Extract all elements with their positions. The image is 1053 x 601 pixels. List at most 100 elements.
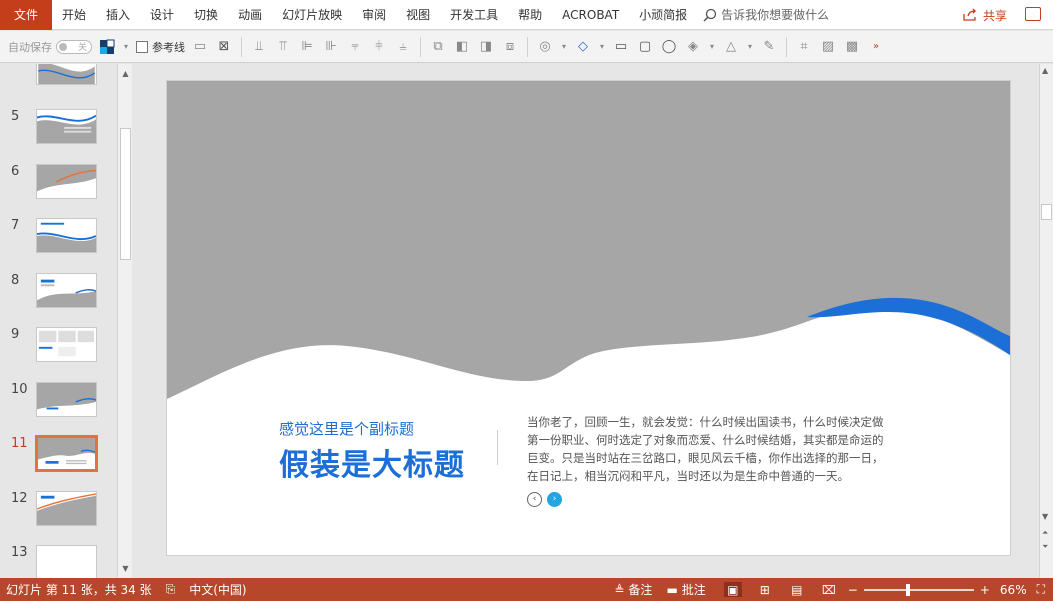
theme-color-icon[interactable] xyxy=(98,38,116,56)
align-center-icon[interactable]: ⫧ xyxy=(346,38,364,56)
slide-subtitle[interactable]: 感觉这里是个副标题 xyxy=(279,418,414,439)
previous-arrow-icon[interactable]: ‹ xyxy=(527,492,542,507)
rectangle-icon[interactable]: ▭ xyxy=(612,38,630,56)
shape-outline-icon[interactable]: △ xyxy=(722,38,740,56)
distribute-vertical-icon[interactable]: ⫨ xyxy=(394,38,412,56)
chevron-down-icon[interactable]: ▾ xyxy=(122,38,130,56)
comments-button[interactable]: ▬ 批注 xyxy=(666,581,705,598)
thumbnail-image[interactable] xyxy=(36,64,97,85)
thumbnail-slide-6[interactable]: 6 xyxy=(0,163,116,204)
shapes-merge-icon[interactable]: ◎ xyxy=(536,38,554,56)
crop-icon[interactable]: ⌗ xyxy=(795,38,813,56)
format-painter-icon[interactable]: ✎ xyxy=(760,38,778,56)
rounded-rectangle-icon[interactable]: ▢ xyxy=(636,38,654,56)
slide-title[interactable]: 假装是大标题 xyxy=(279,440,465,484)
thumbnail-slide-10[interactable]: 10 xyxy=(0,381,116,422)
checkbox-box[interactable] xyxy=(136,40,148,53)
ribbon-tab[interactable]: ACROBAT xyxy=(552,0,629,30)
zoom-out-icon[interactable]: − xyxy=(848,583,858,597)
ribbon-tab[interactable]: 视图 xyxy=(396,0,440,30)
gridlines-checkbox[interactable]: 参考线 xyxy=(136,39,185,55)
scroll-down-icon[interactable]: ▼ xyxy=(1042,512,1048,521)
ribbon-tab[interactable]: 审阅 xyxy=(352,0,396,30)
shape-fill-icon[interactable]: ◈ xyxy=(684,38,702,56)
ribbon-tab[interactable]: 设计 xyxy=(140,0,184,30)
online-picture-icon[interactable]: ▩ xyxy=(843,38,861,56)
ribbon-tab[interactable]: 小顽简报 xyxy=(629,0,697,30)
chevron-down-icon[interactable]: ▾ xyxy=(708,38,716,56)
thumbnail-slide-11[interactable]: 11 xyxy=(0,435,116,476)
thumbnail-image[interactable] xyxy=(36,545,97,578)
ribbon-tab[interactable]: 切换 xyxy=(184,0,228,30)
thumbnail-image[interactable] xyxy=(36,272,97,308)
group-icon[interactable]: ⧉ xyxy=(429,38,447,56)
slideshow-button[interactable]: ⌧ xyxy=(820,582,838,597)
ribbon-tab[interactable]: 动画 xyxy=(228,0,272,30)
next-slide-icon[interactable]: ⏷ xyxy=(1042,542,1048,552)
ungroup-icon[interactable]: ⧈ xyxy=(501,38,519,56)
ribbon-tab[interactable]: 开始 xyxy=(52,0,96,30)
thumbnail-image[interactable] xyxy=(36,163,97,199)
chevron-down-icon[interactable]: ▾ xyxy=(746,38,754,56)
slide-body-text[interactable]: 当你老了，回顾一生，就会发觉：什么时候出国读书，什么时候决定做 第一份职业、何时选… xyxy=(527,413,927,485)
scroll-down-icon[interactable]: ▼ xyxy=(120,563,131,574)
chevron-down-icon[interactable]: ▾ xyxy=(598,38,606,56)
next-arrow-icon[interactable]: › xyxy=(547,492,562,507)
more-commands-icon[interactable]: » xyxy=(867,38,885,56)
align-top-icon[interactable]: ⫪ xyxy=(274,38,292,56)
share-button[interactable]: 共享 xyxy=(962,0,1007,30)
fit-to-window-icon[interactable]: ⛶ xyxy=(1037,582,1045,597)
language-indicator[interactable]: 中文(中国) xyxy=(189,581,246,598)
oval-icon[interactable]: ◯ xyxy=(660,38,678,56)
tell-me-search[interactable]: 告诉我你想要做什么 xyxy=(703,6,829,23)
current-slide[interactable]: 感觉这里是个副标题 假装是大标题 当你老了，回顾一生，就会发觉：什么时候出国读书… xyxy=(167,81,1010,555)
comments-icon[interactable] xyxy=(1025,7,1041,21)
thumbnail-slide-7[interactable]: 7 xyxy=(0,218,116,258)
notes-button[interactable]: ≜ 备注 xyxy=(614,581,652,598)
zoom-in-icon[interactable]: + xyxy=(980,583,990,597)
ribbon-tab[interactable]: 插入 xyxy=(96,0,140,30)
thumbnail-image[interactable] xyxy=(36,109,97,144)
tab-file[interactable]: 文件 xyxy=(0,0,52,30)
thumbnail-slide-5[interactable]: 5 xyxy=(0,109,116,149)
previous-slide-icon[interactable]: ⏶ xyxy=(1042,528,1048,538)
bring-forward-icon[interactable]: ◧ xyxy=(453,38,471,56)
zoom-level[interactable]: 66% xyxy=(1000,583,1027,597)
thumbnail-image[interactable] xyxy=(36,490,97,526)
autosave-switch[interactable]: 关 xyxy=(56,39,92,54)
align-bottom-icon[interactable]: ⫫ xyxy=(250,38,268,56)
text-box-icon[interactable]: ▭ xyxy=(191,38,209,56)
scroll-up-icon[interactable]: ▲ xyxy=(1042,66,1048,75)
autosave-toggle[interactable]: 自动保存 关 xyxy=(8,39,92,55)
scroll-thumb[interactable] xyxy=(120,128,131,260)
thumbnail-image[interactable] xyxy=(36,381,97,417)
reading-view-button[interactable]: ▤ xyxy=(788,582,806,597)
thumbnail-image[interactable] xyxy=(36,327,97,362)
scroll-thumb[interactable] xyxy=(1041,204,1052,220)
ribbon-tab[interactable]: 帮助 xyxy=(508,0,552,30)
send-backward-icon[interactable]: ◨ xyxy=(477,38,495,56)
zoom-slider[interactable] xyxy=(863,583,974,596)
edit-shape-icon[interactable]: ◇ xyxy=(574,38,592,56)
ribbon-tab[interactable]: 开发工具 xyxy=(440,0,508,30)
thumbnail-slide-9[interactable]: 9 xyxy=(0,327,116,367)
ribbon-tab[interactable]: 幻灯片放映 xyxy=(272,0,352,30)
normal-view-button[interactable]: ▣ xyxy=(723,582,742,597)
spellcheck-icon[interactable]: ⎘ xyxy=(166,582,176,597)
distribute-horizontal-icon[interactable]: ⫩ xyxy=(370,38,388,56)
thumbnail-slide-13[interactable]: 13 xyxy=(0,545,116,578)
chevron-down-icon[interactable]: ▾ xyxy=(560,38,568,56)
thumbnail-slide-8[interactable]: 8 xyxy=(0,272,116,313)
thumbnail-image[interactable] xyxy=(35,435,98,472)
align-right-icon[interactable]: ⊪ xyxy=(322,38,340,56)
picture-icon[interactable]: ▨ xyxy=(819,38,837,56)
thumbnail-slide-12[interactable]: 12 xyxy=(0,490,116,531)
thumbnail-image[interactable] xyxy=(36,218,97,253)
editor-scrollbar[interactable]: ▲ ▼ ⏶ ⏷ xyxy=(1039,64,1053,578)
close-pane-icon[interactable]: ⊠ xyxy=(215,38,233,56)
slide-sorter-button[interactable]: ⊞ xyxy=(756,582,774,597)
thumbnail-partial[interactable]: · xyxy=(0,64,116,98)
thumbnail-scrollbar[interactable]: ▲ ▼ xyxy=(117,64,132,578)
zoom-slider-knob[interactable] xyxy=(906,583,911,596)
align-left-icon[interactable]: ⊫ xyxy=(298,38,316,56)
